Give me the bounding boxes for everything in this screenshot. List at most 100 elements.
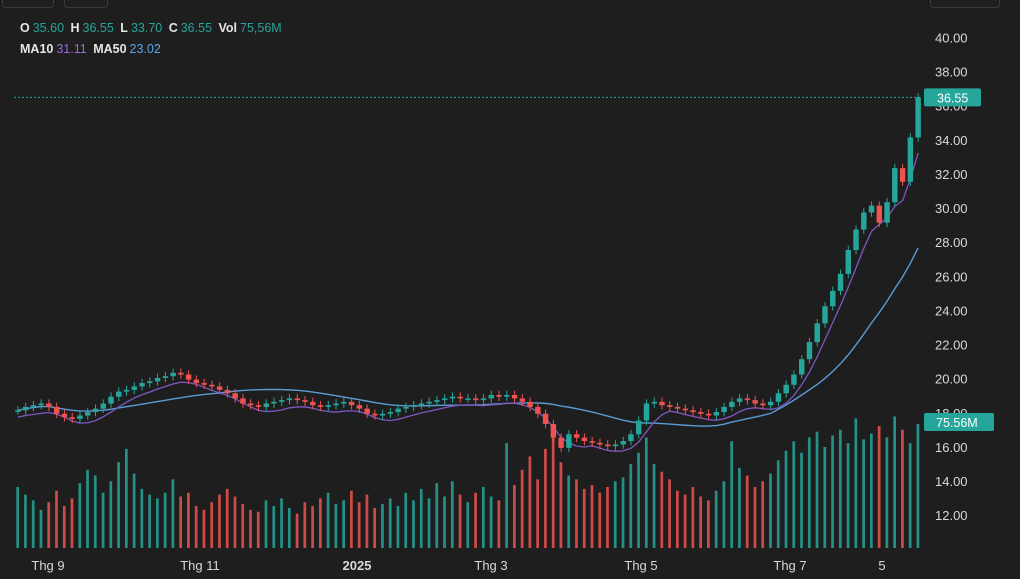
candle-body [806, 342, 813, 360]
volume-bar [769, 473, 772, 548]
volume-bar [613, 481, 617, 548]
volume-bar [39, 509, 43, 548]
volume-bar [714, 490, 718, 548]
candle-body [418, 403, 425, 406]
volume-bar [93, 475, 97, 548]
volume-bar [846, 443, 850, 548]
candle-body [178, 372, 184, 375]
candle-body [387, 412, 394, 414]
volume-bar [140, 488, 144, 548]
volume-bar [901, 429, 904, 548]
candle-body [682, 408, 689, 411]
volume-bar [109, 481, 113, 548]
candle-body [876, 205, 883, 223]
volume-bar [303, 502, 307, 548]
volume-bar [675, 490, 679, 548]
time-tick-label: 5 [878, 558, 885, 573]
candle-body [550, 424, 557, 438]
candle-body [201, 383, 207, 385]
candle-body [162, 376, 169, 378]
volume-bar [699, 496, 702, 548]
volume-bar [854, 418, 858, 548]
volume-bar [644, 437, 648, 548]
candle-body [449, 396, 456, 399]
volume-bar [838, 429, 842, 548]
candle-body [542, 413, 549, 424]
volume-bar [551, 425, 555, 548]
price-tick-label: 26.00 [935, 269, 968, 284]
volume-bar [396, 506, 400, 548]
volume-bar [691, 486, 695, 548]
volume-bar [156, 498, 159, 548]
candle-body [915, 97, 921, 138]
volume-bar [474, 492, 477, 548]
candle-body [403, 406, 409, 409]
candle-body [61, 413, 68, 418]
candle-body [488, 395, 494, 399]
candle-body [822, 306, 828, 324]
candle-body [38, 403, 44, 406]
volume-bar [916, 424, 920, 548]
volume-bar [272, 506, 276, 548]
candle-body [232, 393, 238, 399]
volume-bar [513, 485, 516, 548]
candle-body [379, 413, 386, 416]
volume-bar [784, 450, 788, 548]
time-tick-label: Thg 5 [624, 558, 657, 573]
candle-body [395, 408, 401, 413]
candle-body [853, 229, 859, 250]
volume-bar [823, 446, 827, 548]
candle-body [123, 389, 130, 392]
volume-bar [210, 502, 214, 548]
price-chart[interactable]: 12.0014.0016.0018.0020.0022.0024.0026.00… [0, 0, 1020, 579]
candle-body [581, 437, 588, 442]
volume-bar [753, 486, 757, 548]
price-tick-label: 24.00 [935, 303, 968, 318]
candle-body [442, 398, 448, 401]
candle-body [511, 395, 518, 399]
volume-bar [295, 513, 299, 548]
volume-bar [280, 498, 283, 548]
volume-bar [241, 504, 245, 548]
candle-body [286, 398, 293, 401]
volume-bar [629, 464, 633, 548]
candle-body [465, 398, 471, 400]
volume-bar [70, 498, 74, 548]
candle-body [698, 412, 704, 414]
candle-body [22, 406, 29, 411]
price-tick-label: 14.00 [935, 474, 968, 489]
volume-bar [225, 488, 229, 548]
candle-body [170, 372, 176, 377]
candle-body [884, 202, 890, 223]
last-volume-label: 75.56M [936, 416, 978, 430]
volume-bar [908, 443, 912, 548]
candle-body [131, 386, 138, 390]
candle-body [255, 405, 262, 407]
volume-bar [792, 441, 796, 548]
candle-body [736, 398, 743, 402]
candle-body [798, 359, 805, 375]
candle-body [744, 398, 751, 401]
candle-body [643, 403, 650, 421]
price-tick-label: 40.00 [935, 30, 968, 45]
volume-bar [381, 504, 384, 548]
volume-bar [101, 492, 105, 548]
volume-bar [800, 452, 803, 548]
volume-bar [637, 452, 640, 548]
volume-bar [730, 441, 734, 548]
candle-body [830, 290, 836, 307]
candle-body [861, 212, 867, 230]
candle-body [457, 396, 463, 399]
candle-body [294, 398, 300, 401]
volume-bar [373, 507, 377, 548]
candle-body [216, 386, 223, 390]
volume-bar [481, 486, 485, 548]
volume-bar [559, 462, 563, 548]
volume-bar [536, 479, 540, 548]
volume-bar [187, 492, 190, 548]
volume-bar [738, 467, 741, 548]
volume-bar [31, 500, 35, 548]
volume-bar [668, 479, 671, 548]
candle-body [139, 383, 145, 387]
candle-body [480, 398, 487, 401]
